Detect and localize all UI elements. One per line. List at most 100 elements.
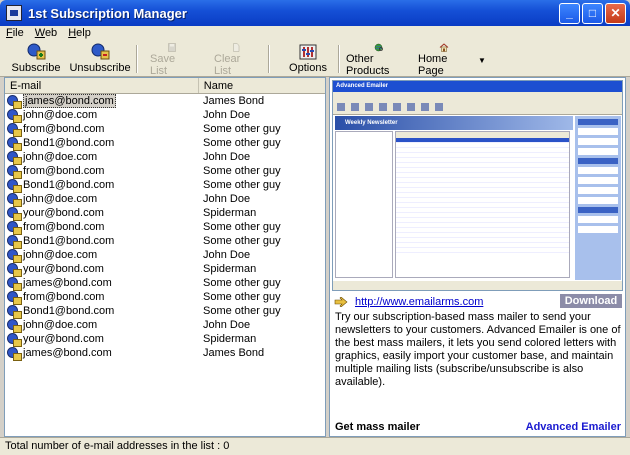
- user-icon: [7, 123, 22, 137]
- subscribe-button[interactable]: Subscribe: [12, 42, 60, 77]
- table-row[interactable]: your@bond.com Spiderman: [5, 262, 325, 277]
- toolbar-separator: [268, 45, 270, 73]
- clear-icon: [233, 43, 240, 52]
- table-row[interactable]: your@bond.com Spiderman: [5, 206, 325, 221]
- user-icon: [7, 291, 22, 305]
- email-cell: from@bond.com: [5, 123, 198, 137]
- name-cell: Some other guy: [203, 277, 281, 289]
- menu-web[interactable]: Web: [29, 26, 62, 42]
- user-icon: [7, 249, 22, 263]
- email-list[interactable]: E-mail Name james@bond.com James Bond john…: [4, 77, 326, 437]
- name-cell: Some other guy: [203, 221, 281, 233]
- home-page-button[interactable]: Home Page: [418, 42, 470, 77]
- table-row[interactable]: from@bond.com Some other guy: [5, 164, 325, 179]
- email-cell: james@bond.com: [5, 347, 198, 361]
- home-page-dropdown-arrow[interactable]: ▼: [478, 56, 486, 65]
- table-row[interactable]: from@bond.com Some other guy: [5, 220, 325, 235]
- get-mass-mailer-label[interactable]: Get mass mailer: [335, 421, 420, 433]
- user-icon: [7, 263, 22, 277]
- email-cell: john@doe.com: [5, 151, 198, 165]
- name-cell: Spiderman: [203, 263, 257, 275]
- name-cell: John Doe: [203, 109, 251, 121]
- email-cell: from@bond.com: [5, 165, 198, 179]
- unsubscribe-button[interactable]: Unsubscribe: [69, 42, 131, 77]
- table-row[interactable]: james@bond.com James Bond: [5, 94, 325, 109]
- status-bar: Total number of e-mail addresses in the …: [0, 437, 630, 455]
- close-button[interactable]: ✕: [605, 2, 626, 24]
- clear-list-button[interactable]: Clear List: [214, 42, 258, 77]
- table-row[interactable]: Bond1@bond.com Some other guy: [5, 234, 325, 249]
- user-icon: [7, 347, 22, 361]
- email-cell: Bond1@bond.com: [5, 235, 198, 249]
- name-cell: James Bond: [203, 347, 265, 359]
- name-cell: John Doe: [203, 249, 251, 261]
- name-cell: Some other guy: [203, 291, 281, 303]
- name-cell: Some other guy: [203, 305, 281, 317]
- name-cell: Some other guy: [203, 123, 281, 135]
- product-screenshot: Advanced Emailer Weekly Newsletter: [332, 80, 623, 291]
- maximize-button[interactable]: □: [582, 2, 603, 24]
- email-cell: from@bond.com: [5, 291, 198, 305]
- user-icon: [7, 235, 22, 249]
- table-row[interactable]: your@bond.com Spiderman: [5, 332, 325, 347]
- name-cell: Some other guy: [203, 235, 281, 247]
- name-cell: Some other guy: [203, 137, 281, 149]
- pointing-hand-icon: [334, 297, 348, 307]
- window-title: 1st Subscription Manager: [28, 5, 187, 21]
- list-header: E-mail Name: [5, 78, 325, 94]
- table-row[interactable]: Bond1@bond.com Some other guy: [5, 136, 325, 151]
- email-cell: from@bond.com: [5, 221, 198, 235]
- table-row[interactable]: james@bond.com Some other guy: [5, 276, 325, 291]
- table-row[interactable]: from@bond.com Some other guy: [5, 290, 325, 305]
- user-icon: [7, 277, 22, 291]
- column-header-name[interactable]: Name: [199, 78, 325, 93]
- download-button[interactable]: Download: [560, 294, 622, 308]
- menu-file[interactable]: File: [0, 26, 29, 42]
- toolbar-separator: [338, 45, 340, 73]
- menu-bar: File Web Help: [0, 26, 630, 42]
- name-cell: Spiderman: [203, 333, 257, 345]
- email-cell: james@bond.com: [5, 94, 198, 109]
- name-cell: Some other guy: [203, 179, 281, 191]
- column-header-email[interactable]: E-mail: [5, 78, 199, 93]
- email-cell: john@doe.com: [5, 249, 198, 263]
- table-row[interactable]: john@doe.com John Doe: [5, 248, 325, 263]
- email-cell: your@bond.com: [5, 333, 198, 347]
- globe-icon: [374, 43, 383, 52]
- website-link[interactable]: http://www.emailarms.com: [355, 296, 483, 308]
- table-row[interactable]: john@doe.com John Doe: [5, 150, 325, 165]
- email-cell: Bond1@bond.com: [5, 305, 198, 319]
- user-icon: [7, 95, 22, 109]
- advanced-emailer-link[interactable]: Advanced Emailer: [526, 421, 621, 433]
- name-cell: John Doe: [203, 319, 251, 331]
- user-icon: [7, 109, 22, 123]
- options-button[interactable]: Options: [286, 42, 330, 77]
- other-products-button[interactable]: Other Products: [346, 42, 412, 77]
- email-cell: Bond1@bond.com: [5, 137, 198, 151]
- save-icon: [168, 43, 176, 52]
- ad-description: Try our subscription-based mass mailer t…: [335, 311, 621, 388]
- minimize-button[interactable]: _: [559, 2, 580, 24]
- subscribe-icon: [27, 43, 46, 60]
- name-cell: James Bond: [203, 95, 265, 107]
- email-cell: john@doe.com: [5, 109, 198, 123]
- menu-help[interactable]: Help: [62, 26, 96, 42]
- user-icon: [7, 305, 22, 319]
- name-cell: John Doe: [203, 151, 251, 163]
- user-icon: [7, 179, 22, 193]
- save-list-button[interactable]: Save List: [150, 42, 194, 77]
- table-row[interactable]: john@doe.com John Doe: [5, 192, 325, 207]
- table-row[interactable]: Bond1@bond.com Some other guy: [5, 304, 325, 319]
- screenshot-banner: Weekly Newsletter: [335, 116, 573, 130]
- home-icon: [439, 43, 449, 52]
- table-row[interactable]: john@doe.com John Doe: [5, 318, 325, 333]
- table-row[interactable]: john@doe.com John Doe: [5, 108, 325, 123]
- user-icon: [7, 137, 22, 151]
- user-icon: [7, 165, 22, 179]
- table-row[interactable]: Bond1@bond.com Some other guy: [5, 178, 325, 193]
- title-bar: 1st Subscription Manager _ □ ✕: [0, 0, 630, 26]
- table-row[interactable]: from@bond.com Some other guy: [5, 122, 325, 137]
- screenshot-title: Advanced Emailer: [333, 81, 622, 92]
- ad-panel: Advanced Emailer Weekly Newsletter http:…: [329, 77, 626, 437]
- table-row[interactable]: james@bond.com James Bond: [5, 346, 325, 361]
